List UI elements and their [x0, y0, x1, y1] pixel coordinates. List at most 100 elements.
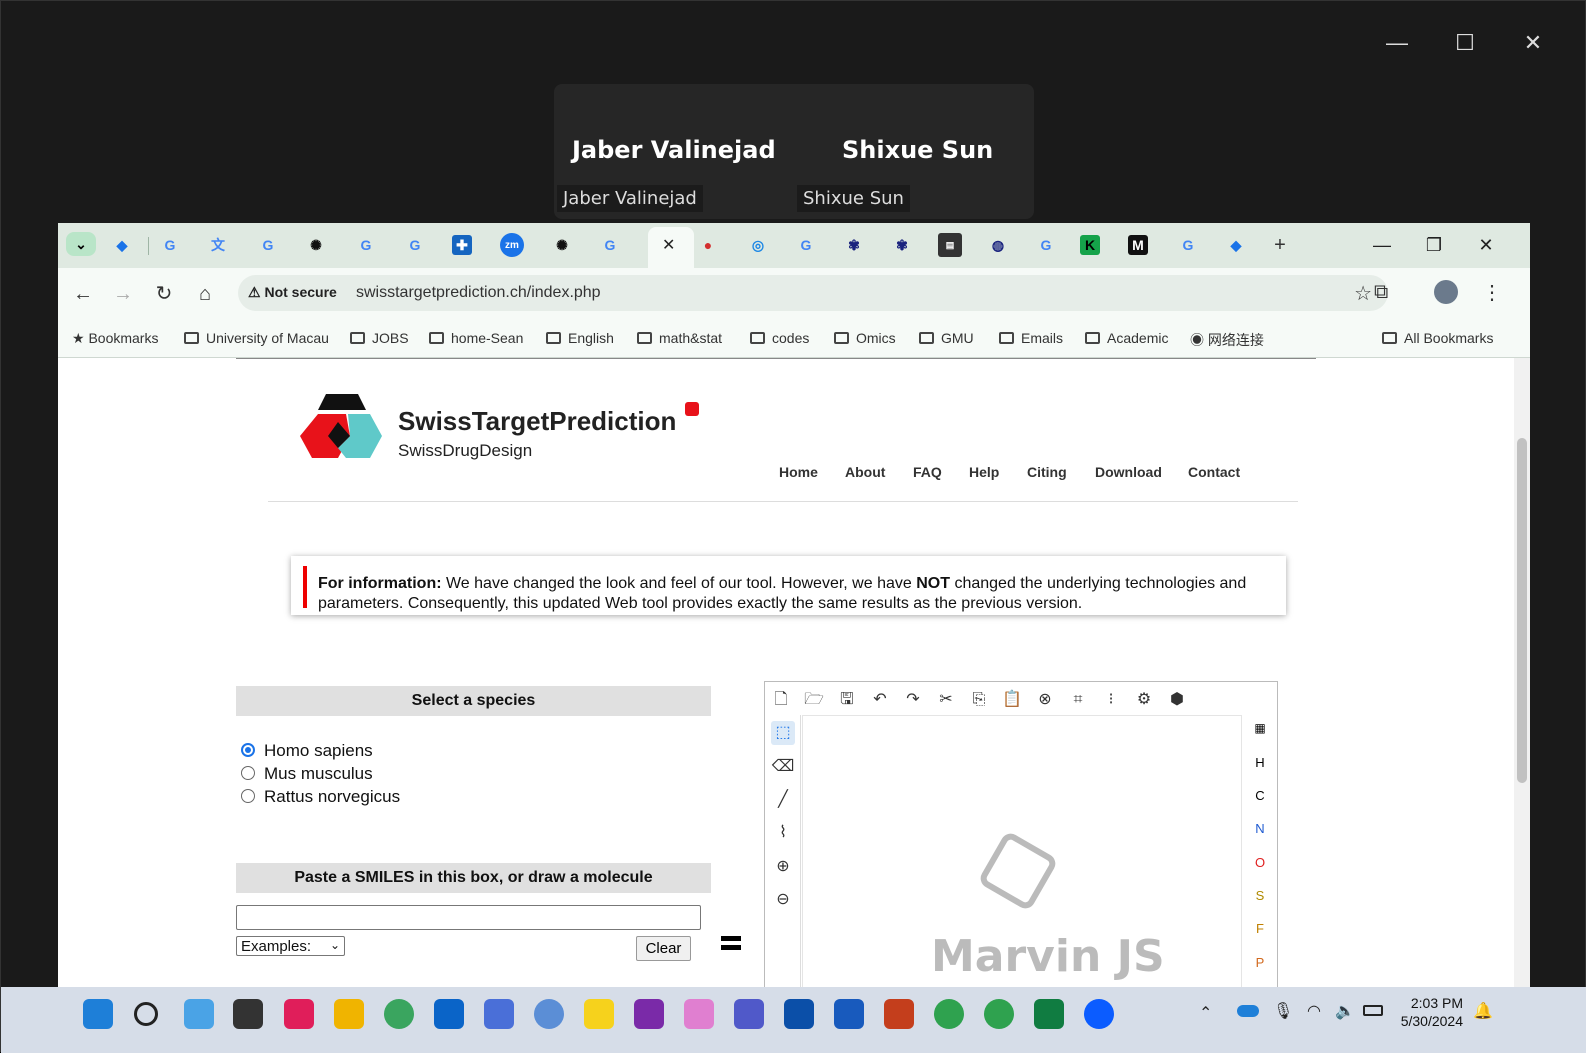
bookmark-star-icon[interactable]: ☆ — [1354, 281, 1372, 306]
radio-icon[interactable] — [241, 789, 255, 803]
notification-bell-icon[interactable]: 🔔 — [1473, 1001, 1493, 1021]
eraser-icon[interactable]: ⌫ — [771, 755, 795, 779]
bookmark-folder[interactable]: Emails — [999, 330, 1063, 346]
tab-app-icon[interactable]: ▤ — [938, 233, 962, 257]
onedrive-icon[interactable] — [1237, 1005, 1259, 1017]
bookmark-item[interactable]: ★ Bookmarks — [72, 330, 158, 347]
2d-clean-icon[interactable]: ⌗ — [1066, 688, 1090, 712]
outlook-icon[interactable] — [434, 999, 464, 1029]
reload-button[interactable]: ↻ — [151, 281, 177, 307]
back-button[interactable]: ← — [70, 281, 96, 307]
scrollbar-thumb[interactable] — [1517, 438, 1527, 783]
open-folder-icon[interactable]: 🗁 — [802, 688, 826, 712]
pdf-icon[interactable] — [685, 402, 699, 416]
outer-minimize-button[interactable]: — — [1377, 25, 1417, 61]
element-f[interactable]: F — [1249, 921, 1271, 936]
zoom-icon[interactable] — [1084, 999, 1114, 1029]
clock-time[interactable]: 2:03 PM — [1391, 995, 1463, 1011]
all-bookmarks-folder[interactable]: All Bookmarks — [1382, 330, 1493, 346]
chrome-icon[interactable] — [934, 999, 964, 1029]
menu-about[interactable]: About — [845, 464, 885, 480]
browser-close-button[interactable]: ✕ — [1470, 231, 1502, 259]
zoom-icon[interactable]: ⊗ — [1033, 688, 1057, 712]
info-shield-icon[interactable]: ⬢ — [1165, 688, 1189, 712]
species-option-homo-sapiens[interactable]: Homo sapiens — [241, 741, 373, 761]
element-n[interactable]: N — [1249, 821, 1271, 836]
forward-button[interactable]: → — [110, 281, 136, 307]
menu-citing[interactable]: Citing — [1027, 464, 1067, 480]
wacom-icon[interactable] — [784, 999, 814, 1029]
element-p[interactable]: P — [1249, 955, 1271, 970]
tab-google-icon[interactable]: G — [354, 233, 378, 257]
tab-icon-1[interactable]: ◆ — [110, 233, 134, 257]
species-option-rattus-norvegicus[interactable]: Rattus norvegicus — [241, 787, 400, 807]
settings-icon[interactable]: ⚙ — [1132, 688, 1156, 712]
clock-date[interactable]: 5/30/2024 — [1391, 1013, 1463, 1029]
network-app-icon[interactable] — [484, 999, 514, 1029]
bookmark-folder[interactable]: math&stat — [637, 330, 722, 346]
chain-tool-icon[interactable]: ⌇ — [771, 821, 795, 845]
tab-translate-icon[interactable]: 文 — [206, 233, 230, 257]
smiles-input[interactable] — [236, 905, 701, 930]
undo-icon[interactable]: ↶ — [868, 688, 892, 712]
bookmark-folder[interactable]: Academic — [1085, 330, 1168, 346]
tab-openai-icon[interactable]: ✺ — [550, 233, 574, 257]
copy-icon[interactable]: ⎘ — [967, 688, 991, 712]
home-button[interactable]: ⌂ — [192, 281, 218, 307]
tab-google-icon[interactable]: G — [794, 233, 818, 257]
new-tab-button[interactable]: + — [1268, 233, 1292, 257]
file-explorer-icon[interactable] — [334, 999, 364, 1029]
chevron-up-icon[interactable]: ⌃ — [1199, 1003, 1212, 1023]
omnibox[interactable]: ⚠ Not secure swisstargetprediction.ch/in… — [238, 275, 1388, 311]
slack-icon[interactable] — [284, 999, 314, 1029]
globe-app-icon[interactable] — [384, 999, 414, 1029]
increase-charge-icon[interactable]: ⊕ — [771, 855, 795, 879]
wifi-icon[interactable]: ◠ — [1307, 1001, 1321, 1021]
excel-icon[interactable] — [1034, 999, 1064, 1029]
tab-search-dropdown-icon[interactable]: ⌄ — [66, 232, 96, 256]
r-icon[interactable] — [534, 999, 564, 1029]
tab-google-icon[interactable]: G — [403, 233, 427, 257]
tab-zoom-icon[interactable]: zm — [500, 233, 524, 257]
tab-medium-icon[interactable]: M — [1128, 235, 1148, 255]
query-icon[interactable]: ⁝ — [1099, 688, 1123, 712]
browser-minimize-button[interactable]: — — [1366, 231, 1398, 259]
paste-icon[interactable]: 📋 — [1000, 688, 1024, 712]
clear-button[interactable]: Clear — [636, 936, 691, 961]
bookmark-folder[interactable]: JOBS — [350, 330, 409, 346]
redo-icon[interactable]: ↷ — [901, 688, 925, 712]
volume-icon[interactable]: 🔈 — [1335, 1001, 1355, 1021]
tab-google-icon[interactable]: G — [256, 233, 280, 257]
menu-contact[interactable]: Contact — [1188, 464, 1240, 480]
element-s[interactable]: S — [1249, 888, 1271, 903]
species-option-mus-musculus[interactable]: Mus musculus — [241, 764, 373, 784]
task-view-icon[interactable] — [233, 999, 263, 1029]
element-o[interactable]: O — [1249, 855, 1271, 870]
page-scrollbar[interactable] — [1514, 358, 1530, 997]
extensions-icon[interactable]: ⧉ — [1374, 281, 1388, 304]
word-icon[interactable] — [834, 999, 864, 1029]
menu-download[interactable]: Download — [1095, 464, 1162, 480]
save-icon[interactable]: 🖫 — [835, 688, 859, 712]
tab-app-icon[interactable]: ◎ — [746, 233, 770, 257]
sticky-notes-icon[interactable] — [584, 999, 614, 1029]
start-icon[interactable] — [83, 999, 113, 1029]
bookmark-item[interactable]: ◉ 网络连接 — [1190, 330, 1264, 350]
more-menu-icon[interactable]: ⋮ — [1482, 280, 1502, 305]
teams-icon[interactable] — [734, 999, 764, 1029]
tab-app-icon[interactable]: ✾ — [890, 233, 914, 257]
tab-k-icon[interactable]: K — [1080, 235, 1100, 255]
browser-restore-button[interactable]: ❐ — [1418, 231, 1450, 259]
bookmark-folder[interactable]: Omics — [834, 330, 896, 346]
bookmark-folder[interactable]: codes — [750, 330, 809, 346]
tab-google-icon[interactable]: G — [158, 233, 182, 257]
new-document-icon[interactable]: 🗋 — [769, 688, 793, 712]
bookmark-folder[interactable]: GMU — [919, 330, 974, 346]
url-text[interactable]: swisstargetprediction.ch/index.php — [356, 284, 601, 302]
menu-help[interactable]: Help — [969, 464, 999, 480]
profile-avatar[interactable] — [1434, 280, 1458, 304]
tab-app-icon[interactable]: ◍ — [986, 233, 1010, 257]
radio-icon[interactable] — [241, 766, 255, 780]
outer-maximize-button[interactable]: ☐ — [1445, 25, 1485, 61]
menu-faq[interactable]: FAQ — [913, 464, 942, 480]
